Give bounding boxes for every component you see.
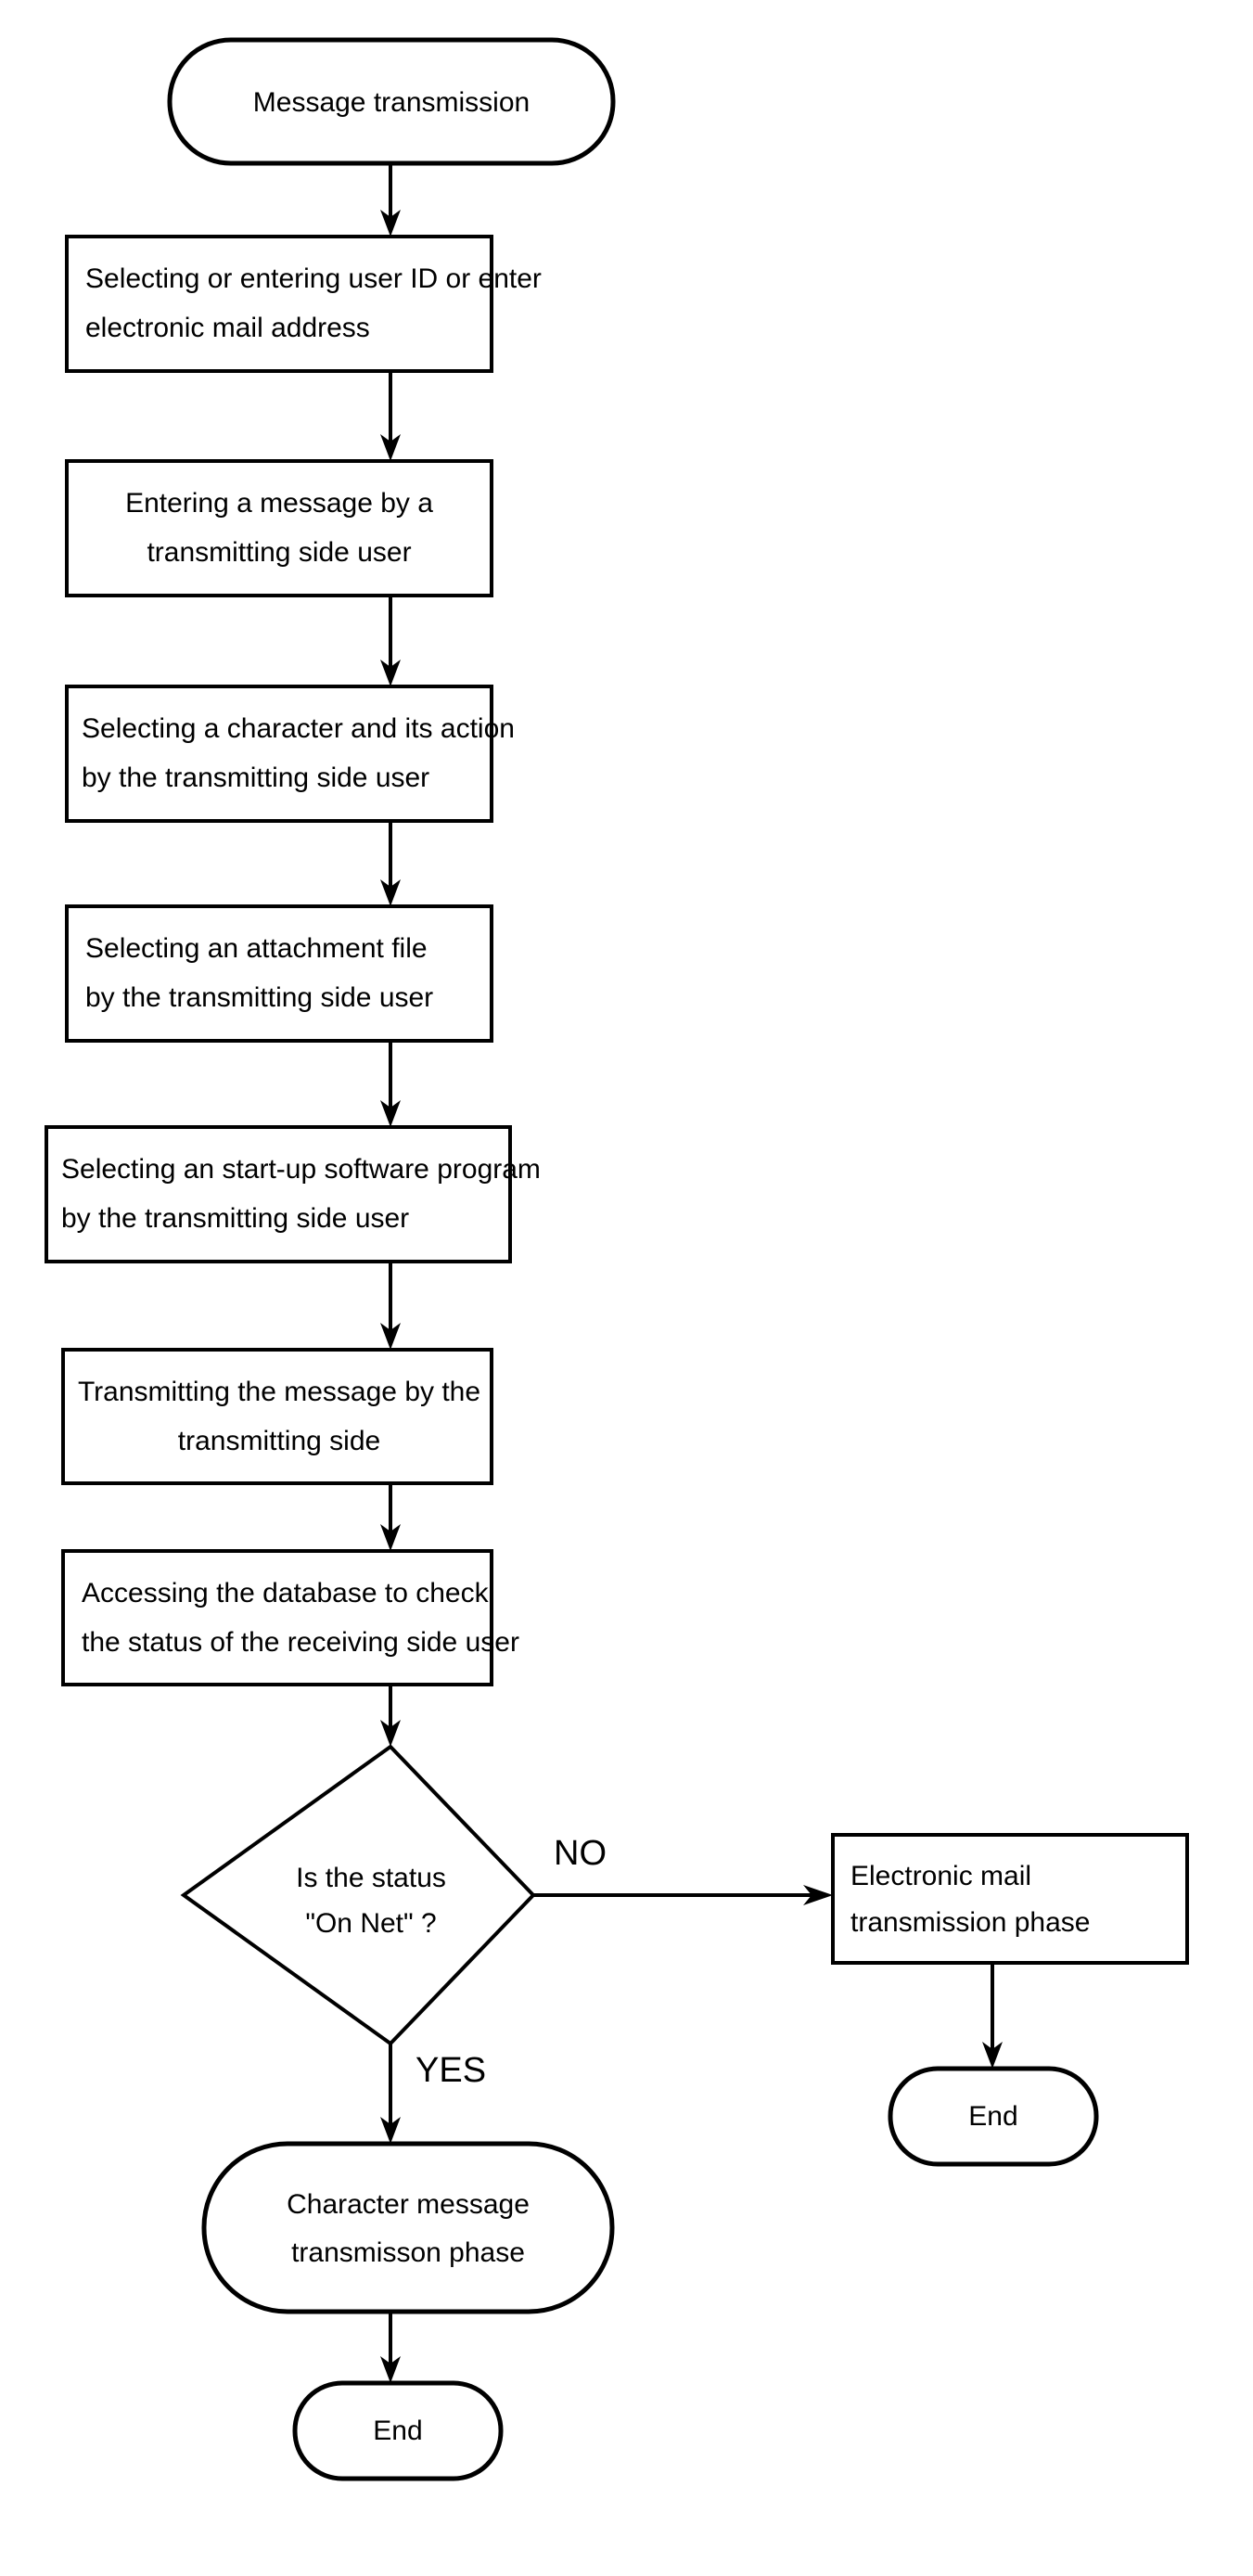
step1-label-line2: electronic mail address xyxy=(85,313,370,343)
flowchart-canvas: Message transmission Selecting or enteri… xyxy=(0,0,1253,2576)
step3-label-line2: by the transmitting side user xyxy=(82,763,429,793)
node-character-phase[interactable]: Character message transmisson phase xyxy=(201,2141,615,2314)
connector-step4-to-step5 xyxy=(380,1040,401,1127)
step5-label-line1: Selecting an start-up software program xyxy=(61,1154,541,1185)
connector-decision-no-to-email-phase xyxy=(533,1885,833,1905)
connector-step5-to-step6 xyxy=(380,1261,401,1350)
connector-step6-to-step7 xyxy=(380,1482,401,1551)
email-phase-label-line1: Electronic mail xyxy=(850,1861,1031,1891)
step5-label-line2: by the transmitting side user xyxy=(61,1203,409,1234)
branch-label-no: NO xyxy=(554,1834,607,1873)
step1-label-line1: Selecting or entering user ID or enter xyxy=(85,263,542,294)
step2-label-line2: transmitting side user xyxy=(147,537,411,568)
step7-label-line1: Accessing the database to check xyxy=(82,1578,490,1608)
node-end-right[interactable]: End xyxy=(888,2066,1099,2167)
connector-decision-yes-to-character-phase xyxy=(380,2044,401,2144)
branch-label-yes: YES xyxy=(416,2051,486,2090)
decision-shape xyxy=(180,1744,536,2046)
decision-label-line1: Is the status xyxy=(296,1863,446,1893)
connector-character-phase-to-end-left xyxy=(380,2312,401,2383)
step1-shape xyxy=(65,235,493,373)
step5-shape xyxy=(45,1125,512,1263)
connector-step3-to-step4 xyxy=(380,820,401,906)
connector-step1-to-step2 xyxy=(380,371,401,461)
node-step4[interactable]: Selecting an attachment file by the tran… xyxy=(65,904,493,1043)
step6-shape xyxy=(61,1348,493,1485)
step3-shape xyxy=(65,685,493,823)
step6-label-line1: Transmitting the message by the xyxy=(78,1377,480,1407)
character-phase-shape xyxy=(201,2141,615,2314)
connector-start-to-step1 xyxy=(380,163,401,237)
node-step2[interactable]: Entering a message by a transmitting sid… xyxy=(65,459,493,597)
node-step5[interactable]: Selecting an start-up software program b… xyxy=(45,1125,541,1263)
step7-shape xyxy=(61,1549,493,1686)
node-step1[interactable]: Selecting or entering user ID or enter e… xyxy=(65,235,542,373)
decision-label-line2: "On Net" ? xyxy=(305,1908,436,1939)
start-label: Message transmission xyxy=(253,87,530,118)
email-phase-label-line2: transmission phase xyxy=(850,1907,1090,1938)
step6-label-line2: transmitting side xyxy=(178,1426,380,1456)
node-step6[interactable]: Transmitting the message by the transmit… xyxy=(61,1348,493,1485)
step2-shape xyxy=(65,459,493,597)
character-phase-label-line2: transmisson phase xyxy=(291,2237,525,2268)
node-decision[interactable]: Is the status "On Net" ? xyxy=(180,1744,536,2046)
step4-label-line2: by the transmitting side user xyxy=(85,982,433,1013)
node-start[interactable]: Message transmission xyxy=(167,37,616,166)
email-phase-shape xyxy=(831,1833,1189,1965)
character-phase-label-line1: Character message xyxy=(287,2189,530,2220)
step2-label-line1: Entering a message by a xyxy=(125,488,433,519)
connector-step2-to-step3 xyxy=(380,595,401,686)
step7-label-line2: the status of the receiving side user xyxy=(82,1627,519,1658)
step4-label-line1: Selecting an attachment file xyxy=(85,933,428,964)
node-step7[interactable]: Accessing the database to check the stat… xyxy=(61,1549,519,1686)
node-end-left[interactable]: End xyxy=(292,2380,504,2481)
end-right-label: End xyxy=(968,2101,1017,2132)
step3-label-line1: Selecting a character and its action xyxy=(82,713,515,744)
connector-email-phase-to-end-right xyxy=(982,1963,1003,2069)
node-email-phase[interactable]: Electronic mail transmission phase xyxy=(831,1833,1189,1965)
flowchart-svg: Message transmission Selecting or enteri… xyxy=(45,37,1189,2481)
node-step3[interactable]: Selecting a character and its action by … xyxy=(65,685,515,823)
end-left-label: End xyxy=(373,2416,422,2446)
connector-step7-to-decision xyxy=(380,1684,401,1747)
step4-shape xyxy=(65,904,493,1043)
